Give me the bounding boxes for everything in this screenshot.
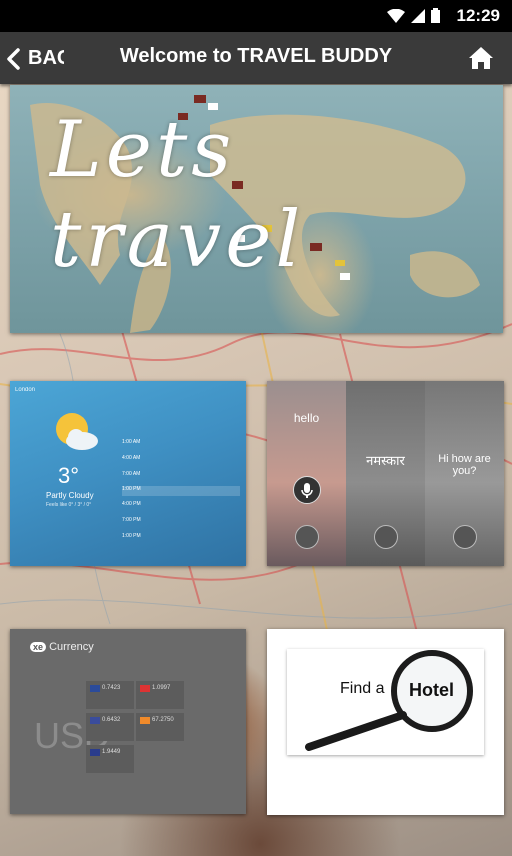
- currency-rate: 0.6432: [102, 717, 121, 723]
- weather-hour-row: 1:00 AM: [122, 439, 141, 445]
- magnifying-glass-icon: [305, 650, 473, 751]
- battery-icon: [431, 8, 440, 23]
- hotel-label: Hotel: [409, 680, 454, 700]
- translator-tile[interactable]: hello नमस्कार Hi how are you?: [267, 381, 504, 566]
- partly-cloudy-icon: [56, 413, 98, 450]
- currency-rate-cell: 1.9449: [86, 745, 134, 773]
- status-icons: [387, 8, 440, 23]
- flag-icon: [90, 717, 100, 724]
- keyboard-icon: [453, 525, 477, 549]
- keyboard-icon: [295, 525, 319, 549]
- find-hotel-card: Find a Hotel: [287, 649, 484, 755]
- home-icon[interactable]: [468, 46, 494, 70]
- status-bar: 12:29: [0, 0, 512, 32]
- weather-temperature: 3°: [58, 463, 80, 488]
- flag-icon: [90, 685, 100, 692]
- weather-hour-row-selected: 1:00 PM: [122, 486, 240, 496]
- currency-rate: 1.0997: [152, 685, 171, 691]
- translator-word: Hi how are you?: [438, 453, 491, 477]
- currency-rate-cell: 1.0997: [136, 681, 184, 709]
- flag-icon: [140, 685, 150, 692]
- currency-rate: 67.2750: [152, 717, 174, 723]
- weather-subline: Feels like 0° / 3° / 0°: [46, 502, 92, 508]
- weather-condition: Partly Cloudy: [46, 491, 94, 500]
- currency-rate: 1.9449: [102, 749, 121, 755]
- status-time: 12:29: [456, 6, 500, 25]
- translator-panel: नमस्कार: [346, 381, 425, 566]
- back-label: BAC: [28, 47, 64, 69]
- action-bar: BAC Welcome to TRAVEL BUDDY: [0, 32, 512, 84]
- translator-word: hello: [293, 411, 320, 425]
- weather-hour-row: 4:00 AM: [122, 455, 141, 461]
- flag-icon: [140, 717, 150, 724]
- signal-icon: [411, 8, 425, 23]
- microphone-icon: [293, 476, 321, 504]
- chevron-left-icon: [7, 48, 20, 70]
- back-button[interactable]: BAC: [0, 32, 64, 84]
- weather-hour-row: 1:00 PM: [122, 533, 141, 539]
- hero-banner[interactable]: Lets travel: [10, 85, 503, 333]
- weather-hour-row: 4:00 PM: [122, 501, 141, 507]
- weather-city: London: [15, 387, 36, 393]
- currency-rate: 0.7423: [102, 685, 121, 691]
- translator-panel: hello: [267, 381, 346, 566]
- weather-hour-row: 7:00 AM: [122, 471, 141, 477]
- wifi-icon: [387, 8, 405, 23]
- currency-rate-cell: 0.7423: [86, 681, 134, 709]
- currency-rate-cell: 0.6432: [86, 713, 134, 741]
- translator-word: नमस्कार: [366, 453, 405, 468]
- currency-logo: xe Currency: [30, 641, 94, 653]
- currency-rate-cell: 67.2750: [136, 713, 184, 741]
- weather-tile[interactable]: London 3° Partly Cloudy Feels like 0° / …: [10, 381, 246, 566]
- currency-brand-word: Currency: [49, 641, 94, 653]
- weather-hour-row: 7:00 PM: [122, 517, 141, 523]
- hero-tagline: Lets travel: [50, 105, 305, 285]
- page-title: Welcome to TRAVEL BUDDY: [119, 45, 393, 67]
- translator-panel: Hi how are you?: [425, 381, 504, 566]
- currency-brand: xe: [30, 642, 47, 652]
- currency-tile[interactable]: xe Currency USD 0.7423 1.0997 0.6432 67.…: [10, 629, 246, 814]
- find-hotel-tile[interactable]: Find a Hotel: [267, 629, 504, 815]
- flag-icon: [90, 749, 100, 756]
- keyboard-icon: [374, 525, 398, 549]
